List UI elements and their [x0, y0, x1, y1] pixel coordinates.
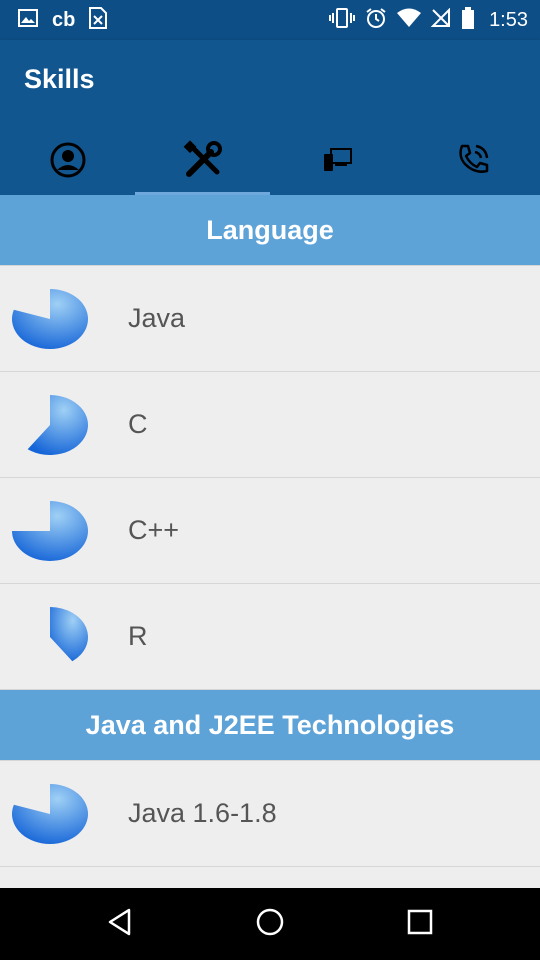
phone-icon — [455, 142, 491, 183]
status-time: 1:53 — [489, 8, 528, 31]
skill-label: R — [128, 621, 148, 651]
section-header-java-j2ee: Java and J2EE Technologies — [0, 690, 540, 760]
status-bar: cb 1:53 — [0, 0, 540, 40]
skill-level-slice — [12, 501, 88, 561]
skill-level-slice — [11, 289, 88, 349]
tab-contact[interactable] — [405, 130, 540, 195]
home-button[interactable] — [230, 888, 310, 960]
alarm-icon — [365, 7, 387, 34]
skill-chart-icon — [8, 495, 92, 567]
page-title: Skills — [24, 64, 95, 94]
image-icon — [18, 8, 38, 33]
skill-label: Java 1.6-1.8 — [128, 798, 277, 828]
list-item[interactable]: C++ — [0, 478, 540, 584]
tools-icon — [183, 140, 223, 185]
tab-devices[interactable] — [270, 130, 405, 195]
list-item[interactable]: Java — [0, 265, 540, 372]
skill-label: Java — [128, 303, 186, 333]
home-icon — [255, 907, 285, 942]
skills-list[interactable]: Language Java C C++ R Java and J2EE Tech… — [0, 195, 540, 888]
skill-chart-icon — [8, 601, 92, 673]
tab-profile[interactable] — [0, 130, 135, 195]
list-item[interactable]: R — [0, 584, 540, 690]
skill-chart-icon — [8, 389, 92, 461]
tab-bar — [0, 130, 540, 195]
person-icon — [50, 142, 86, 183]
skill-label: C++ — [128, 515, 180, 545]
app-bar: Skills — [0, 40, 540, 195]
skill-level-slice — [11, 784, 88, 844]
cb-icon: cb — [52, 8, 76, 31]
vibrate-icon — [329, 7, 356, 34]
tab-skills[interactable] — [135, 130, 270, 195]
recents-button[interactable] — [380, 888, 460, 960]
skill-level-slice — [50, 607, 89, 662]
no-sim-icon — [430, 7, 451, 33]
skill-label: C — [128, 409, 148, 439]
list-item[interactable]: Java 1.6-1.8 — [0, 760, 540, 867]
nav-bar — [0, 888, 540, 960]
recents-icon — [406, 908, 434, 941]
skill-chart-icon — [8, 283, 92, 355]
battery-icon — [461, 6, 475, 34]
skill-chart-icon — [8, 778, 92, 850]
back-icon — [105, 907, 135, 942]
back-button[interactable] — [80, 888, 160, 960]
document-x-icon — [89, 6, 108, 34]
section-header-language: Language — [0, 195, 540, 265]
skill-level-slice — [27, 395, 88, 455]
wifi-icon — [397, 8, 422, 33]
devices-icon — [323, 147, 353, 178]
list-item[interactable]: C — [0, 372, 540, 478]
